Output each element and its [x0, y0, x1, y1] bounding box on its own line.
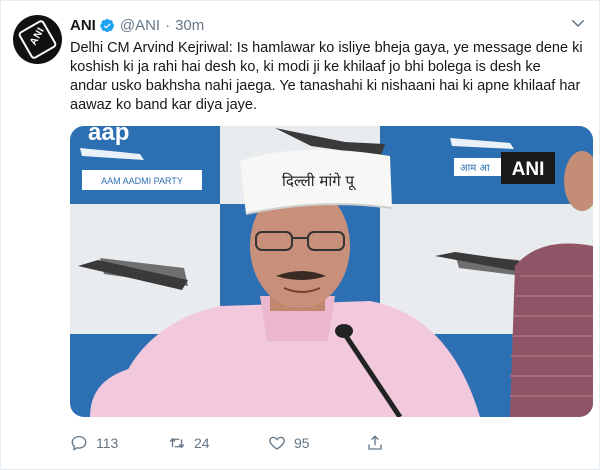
tweet-media-photo[interactable]: aap AAM AADMI PARTY आम आ दिल्ली मांगे पू…: [70, 126, 593, 417]
reply-icon: [71, 435, 87, 451]
tweet-header: ANI @ANI · 30m: [70, 14, 204, 36]
like-count: 95: [294, 435, 310, 451]
backdrop-party-text: AAM AADMI PARTY: [101, 176, 183, 186]
author-name[interactable]: ANI: [70, 17, 96, 34]
separator-dot: ·: [165, 16, 171, 34]
ani-watermark: ANI: [512, 159, 545, 180]
retweet-icon: [169, 437, 185, 449]
tweet-text: Delhi CM Arvind Kejriwal: Is hamlawar ko…: [70, 39, 596, 115]
verified-icon: [100, 18, 114, 32]
share-button[interactable]: [366, 433, 392, 453]
share-icon: [368, 435, 382, 450]
author-handle[interactable]: @ANI: [120, 17, 160, 34]
tweet-timestamp[interactable]: 30m: [175, 17, 204, 34]
chevron-down-icon[interactable]: [569, 14, 587, 32]
backdrop-hindi-text: आम आ: [460, 163, 490, 174]
backdrop-logo-text: aap: [88, 126, 129, 146]
reply-count: 113: [96, 435, 119, 451]
press-conference-photo: aap AAM AADMI PARTY आम आ दिल्ली मांगे पू…: [70, 126, 593, 417]
cap-text: दिल्ली मांगे पू: [282, 172, 356, 191]
avatar[interactable]: ANI: [13, 15, 62, 64]
tweet-text-line: Delhi CM Arvind Kejriwal: Is hamlawar ko…: [70, 40, 583, 56]
tweet-card[interactable]: ANI ANI @ANI · 30m Delhi CM Arvind Kejri…: [0, 0, 600, 470]
tweet-text-line: aawaz ko band kar diya jaye.: [70, 97, 257, 113]
tweet-text-line: koshish ki ja rahi hai desh ko, ki modi …: [70, 59, 541, 75]
retweet-button[interactable]: 24: [168, 433, 210, 453]
tweet-text-line: andar usko bakhsha nahi jaega. Ye tanash…: [70, 78, 581, 94]
like-button[interactable]: 95: [268, 433, 310, 453]
retweet-count: 24: [194, 435, 210, 451]
heart-icon: [269, 436, 285, 450]
reply-button[interactable]: 113: [70, 433, 118, 453]
